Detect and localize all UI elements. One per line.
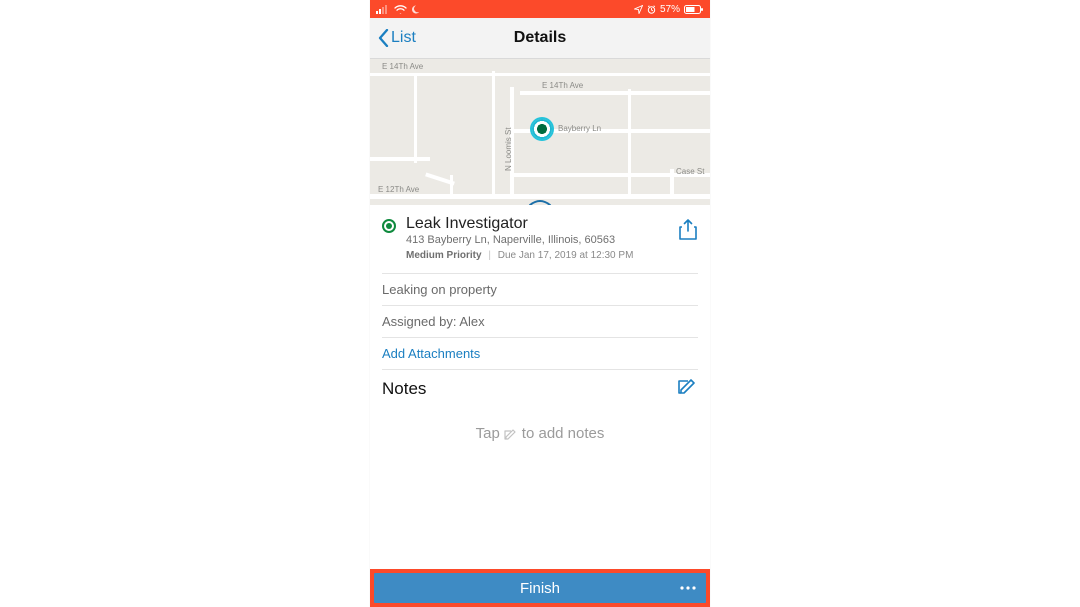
location-icon <box>634 5 643 14</box>
phone-screen: 57% List Details <box>370 0 710 607</box>
chevron-left-icon <box>378 29 389 47</box>
finish-button[interactable]: Finish <box>374 573 706 603</box>
notes-label: Notes <box>382 379 426 399</box>
edit-notes-button[interactable] <box>678 376 698 401</box>
back-button[interactable]: List <box>370 29 424 47</box>
notes-placeholder-post: to add notes <box>522 425 605 442</box>
street-label: E 12Th Ave <box>378 185 419 194</box>
share-icon <box>678 219 698 241</box>
task-due: Due Jan 17, 2019 at 12:30 PM <box>498 250 634 261</box>
status-dot-icon <box>382 219 396 233</box>
moon-icon <box>411 5 420 14</box>
street-label: Case St <box>676 167 704 176</box>
signal-icon <box>376 5 390 14</box>
map-view[interactable]: E 14Th Ave E 14Th Ave Bayberry Ln E 12Th… <box>370 59 710 205</box>
back-label: List <box>391 29 416 47</box>
more-icon <box>680 586 696 590</box>
status-left <box>376 5 420 14</box>
status-bar: 57% <box>370 0 710 18</box>
notes-header: Notes <box>370 370 710 401</box>
notes-placeholder[interactable]: Tap to add notes <box>370 401 710 442</box>
finish-more-button[interactable] <box>680 573 696 603</box>
task-priority: Medium Priority <box>406 250 482 261</box>
task-header: Leak Investigator 413 Bayberry Ln, Naper… <box>370 205 710 273</box>
map-pin-icon[interactable] <box>532 119 552 139</box>
battery-percent: 57% <box>660 4 680 15</box>
notes-placeholder-pre: Tap <box>476 425 500 442</box>
assigned-by-row: Assigned by: Alex <box>370 306 710 337</box>
task-address: 413 Bayberry Ln, Naperville, Illinois, 6… <box>406 234 668 246</box>
street-label: N Loomis St <box>504 127 513 171</box>
finish-bar-highlight: Finish <box>370 569 710 607</box>
nav-bar: List Details <box>370 18 710 59</box>
street-label: Bayberry Ln <box>558 124 601 133</box>
task-meta: Medium Priority | Due Jan 17, 2019 at 12… <box>406 250 668 261</box>
wifi-icon <box>394 5 407 14</box>
status-right: 57% <box>634 4 704 15</box>
street-label: E 14Th Ave <box>382 62 423 71</box>
share-button[interactable] <box>678 215 698 246</box>
edit-icon <box>678 376 698 396</box>
add-attachments-link[interactable]: Add Attachments <box>370 338 710 369</box>
task-description-row: Leaking on property <box>370 274 710 305</box>
battery-icon <box>684 5 704 14</box>
street-label: E 14Th Ave <box>542 81 583 90</box>
finish-label: Finish <box>520 580 560 597</box>
task-title: Leak Investigator <box>406 215 668 233</box>
edit-small-icon <box>504 427 518 441</box>
alarm-icon <box>647 5 656 14</box>
map-drag-handle-icon[interactable] <box>528 195 552 205</box>
